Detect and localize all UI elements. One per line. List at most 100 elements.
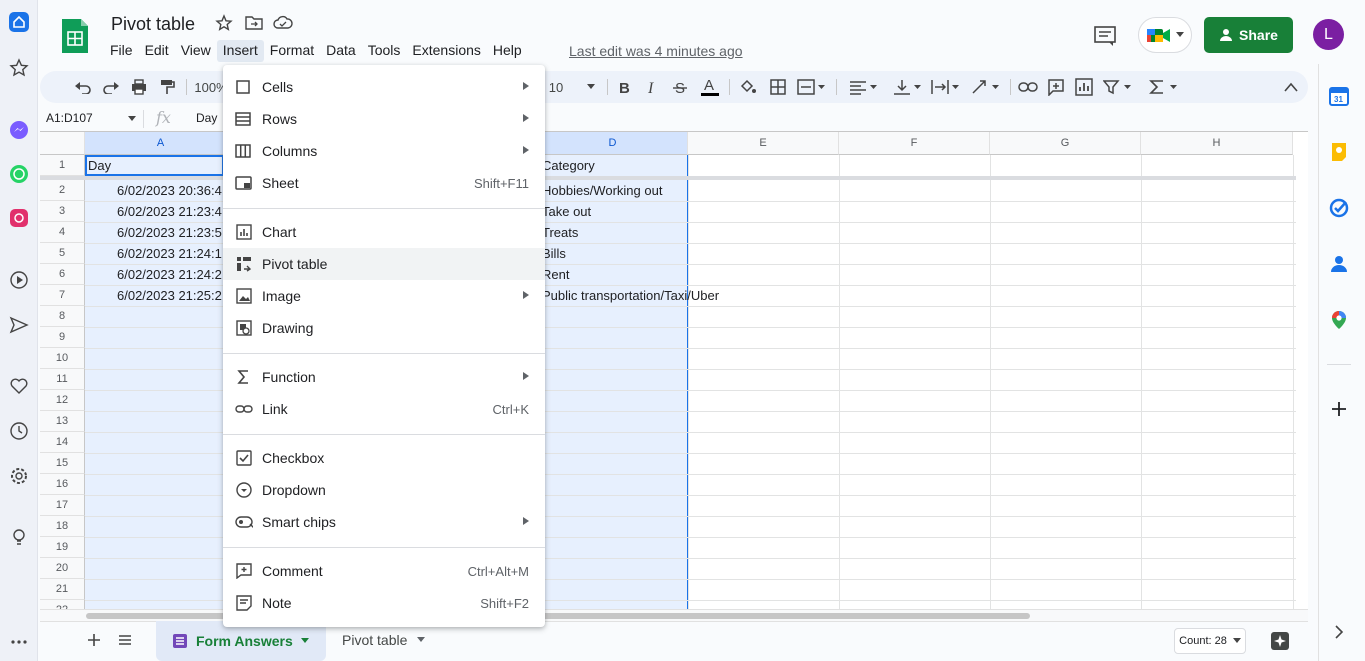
column-header-g[interactable]: G: [990, 132, 1141, 155]
menu-item-sheet[interactable]: Sheet Shift+F11: [223, 167, 545, 199]
text-rotation-icon[interactable]: [970, 77, 1000, 97]
row-header[interactable]: 16: [40, 474, 85, 495]
column-header-e[interactable]: E: [688, 132, 839, 155]
play-icon[interactable]: [7, 268, 31, 292]
row-header[interactable]: 17: [40, 495, 85, 516]
column-header-h[interactable]: H: [1141, 132, 1293, 155]
account-avatar[interactable]: L: [1313, 19, 1344, 50]
bold-icon[interactable]: B: [613, 77, 635, 97]
more-icon[interactable]: [7, 630, 31, 654]
contacts-icon[interactable]: [1328, 253, 1350, 275]
italic-icon[interactable]: I: [641, 77, 663, 97]
home-icon[interactable]: [7, 10, 31, 34]
tasks-icon[interactable]: [1328, 197, 1350, 219]
menu-view[interactable]: View: [175, 40, 217, 62]
star-icon[interactable]: [215, 14, 235, 34]
column-header-a[interactable]: A: [85, 132, 237, 155]
sheet-tab-form-answers[interactable]: Form Answers: [156, 621, 326, 661]
add-sheet-icon[interactable]: [87, 633, 101, 647]
count-summary[interactable]: Count: 28: [1174, 628, 1246, 654]
row-header[interactable]: 1: [40, 155, 85, 176]
row-header[interactable]: 13: [40, 411, 85, 432]
insert-comment-icon[interactable]: [1045, 77, 1067, 97]
chevron-down-icon[interactable]: [300, 638, 309, 644]
instagram-icon[interactable]: [7, 206, 31, 230]
row-header[interactable]: 2: [40, 180, 85, 201]
font-size-input[interactable]: 10: [544, 77, 568, 97]
document-title[interactable]: Pivot table: [111, 14, 195, 35]
share-button[interactable]: Share: [1204, 17, 1293, 53]
clock-icon[interactable]: [7, 419, 31, 443]
menu-extensions[interactable]: Extensions: [406, 40, 486, 62]
last-edit-link[interactable]: Last edit was 4 minutes ago: [569, 43, 743, 59]
cell-a[interactable]: 6/02/2023 20:36:4: [114, 180, 225, 201]
settings-icon[interactable]: [7, 464, 31, 488]
cell-d[interactable]: Take out: [539, 201, 594, 222]
explore-icon[interactable]: [1270, 631, 1290, 651]
menu-item-image[interactable]: Image: [223, 280, 545, 312]
row-header[interactable]: 19: [40, 537, 85, 558]
cell-a[interactable]: 6/02/2023 21:24:2: [114, 264, 225, 285]
row-header[interactable]: 8: [40, 306, 85, 327]
menu-item-link[interactable]: Link Ctrl+K: [223, 393, 545, 425]
print-icon[interactable]: [128, 77, 150, 97]
cell-a[interactable]: 6/02/2023 21:25:2: [114, 285, 225, 306]
row-header[interactable]: 12: [40, 390, 85, 411]
menu-data[interactable]: Data: [320, 40, 362, 62]
chevron-down-icon[interactable]: [584, 77, 598, 97]
sheets-logo[interactable]: [60, 17, 90, 55]
sheet-tab-pivot-table[interactable]: Pivot table: [342, 632, 426, 648]
meet-button[interactable]: [1138, 17, 1192, 53]
align-vertical-icon[interactable]: [892, 77, 922, 97]
row-header[interactable]: 10: [40, 348, 85, 369]
menu-help[interactable]: Help: [487, 40, 528, 62]
cell-a[interactable]: 6/02/2023 21:23:4: [114, 201, 225, 222]
chevron-down-icon[interactable]: [128, 116, 136, 122]
align-horizontal-icon[interactable]: [848, 77, 878, 97]
row-header[interactable]: 4: [40, 222, 85, 243]
cell-d[interactable]: Public transportation/Taxi/Uber: [539, 285, 722, 306]
menu-item-smart-chips[interactable]: Smart chips: [223, 506, 545, 538]
calendar-icon[interactable]: 31: [1328, 85, 1350, 107]
row-header[interactable]: 11: [40, 369, 85, 390]
cell-d[interactable]: Hobbies/Working out: [539, 180, 665, 201]
comment-history-icon[interactable]: [1092, 23, 1118, 49]
filter-icon[interactable]: [1102, 77, 1132, 97]
row-header[interactable]: 5: [40, 243, 85, 264]
row-header[interactable]: 20: [40, 558, 85, 579]
menu-file[interactable]: File: [104, 40, 139, 62]
cell-a[interactable]: 6/02/2023 21:24:1: [114, 243, 225, 264]
add-addon-icon[interactable]: [1328, 398, 1350, 420]
row-header[interactable]: 9: [40, 327, 85, 348]
cell-d[interactable]: Category: [539, 155, 598, 176]
fill-color-icon[interactable]: [737, 77, 759, 97]
heart-icon[interactable]: [7, 374, 31, 398]
menu-item-pivot-table[interactable]: Pivot table: [223, 248, 545, 280]
send-icon[interactable]: [7, 313, 31, 337]
insert-chart-icon[interactable]: [1073, 77, 1095, 97]
menu-item-cells[interactable]: Cells: [223, 71, 545, 103]
chevron-down-icon[interactable]: [417, 637, 426, 643]
bulb-icon[interactable]: [7, 525, 31, 549]
expand-panel-icon[interactable]: [1328, 621, 1350, 643]
cell-d[interactable]: Treats: [539, 222, 581, 243]
column-header-f[interactable]: F: [839, 132, 990, 155]
menu-item-columns[interactable]: Columns: [223, 135, 545, 167]
row-header[interactable]: 18: [40, 516, 85, 537]
menu-item-dropdown[interactable]: Dropdown: [223, 474, 545, 506]
menu-item-comment[interactable]: Comment Ctrl+Alt+M: [223, 555, 545, 587]
menu-item-note[interactable]: Note Shift+F2: [223, 587, 545, 619]
messenger-icon[interactable]: [7, 118, 31, 142]
menu-edit[interactable]: Edit: [139, 40, 175, 62]
merge-cells-icon[interactable]: [796, 77, 826, 97]
cloud-status-icon[interactable]: [273, 14, 293, 34]
menu-insert[interactable]: Insert: [216, 40, 264, 62]
row-header[interactable]: 14: [40, 432, 85, 453]
menu-item-function[interactable]: Function: [223, 361, 545, 393]
whatsapp-icon[interactable]: [7, 162, 31, 186]
functions-icon[interactable]: [1148, 77, 1178, 97]
star-icon[interactable]: [7, 56, 31, 80]
strikethrough-icon[interactable]: S: [669, 77, 691, 97]
column-header-d[interactable]: D: [538, 132, 688, 155]
keep-icon[interactable]: [1328, 141, 1350, 163]
